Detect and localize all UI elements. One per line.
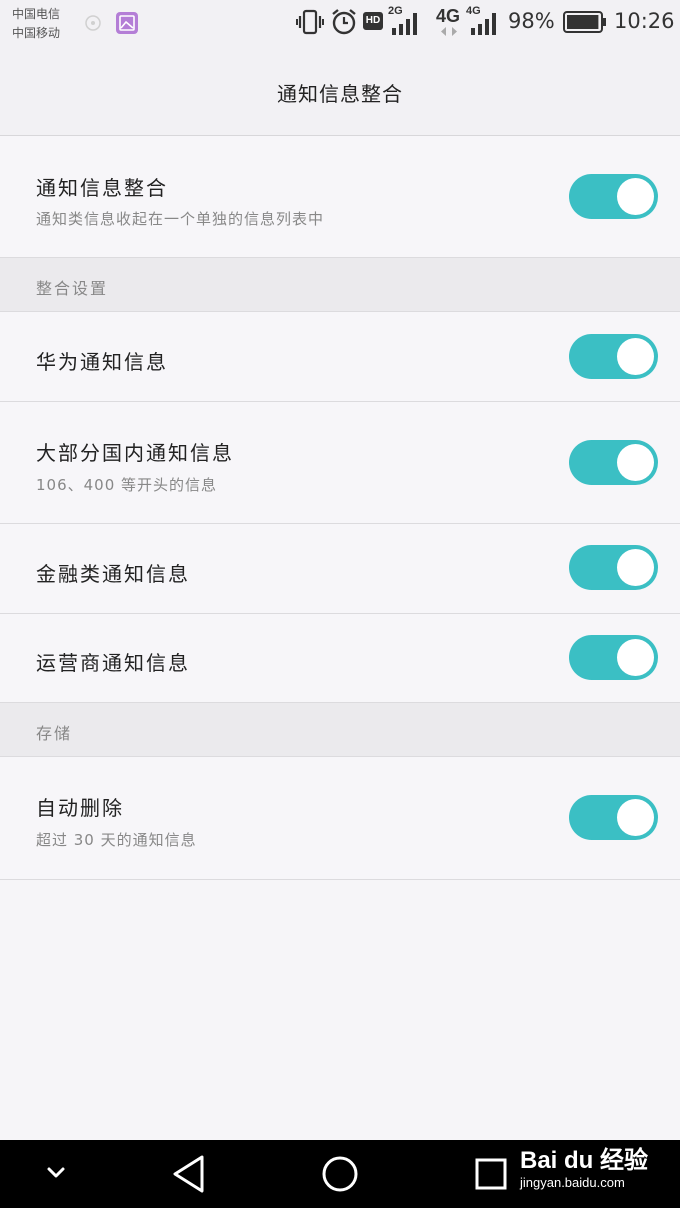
net-4g-label: 4G [436, 6, 461, 26]
row-title: 通知信息整合 [36, 176, 168, 200]
toggle-switch[interactable] [569, 334, 658, 379]
sync-icon [85, 15, 101, 31]
carrier-notice-row[interactable]: 运营商通知信息 [0, 614, 680, 703]
row-subtitle: 106、400 等开头的信息 [36, 476, 218, 494]
toggle-switch[interactable] [569, 795, 658, 840]
toggle-switch[interactable] [569, 174, 658, 219]
chevron-down-icon[interactable] [44, 1164, 68, 1182]
section-header: 整合设置 [0, 258, 680, 312]
carrier-1: 中国电信 [12, 7, 61, 21]
master-toggle-row[interactable]: 通知信息整合 通知类信息收起在一个单独的信息列表中 [0, 136, 680, 258]
toggle-switch[interactable] [569, 545, 658, 590]
clock: 10:26 [614, 9, 675, 33]
huawei-notice-row[interactable]: 华为通知信息 [0, 312, 680, 402]
navigation-bar: Bai du 经验 jingyan.baidu.com [0, 1140, 680, 1208]
gallery-notification-icon [116, 12, 138, 34]
section-label: 存储 [36, 724, 73, 743]
row-title: 运营商通知信息 [36, 651, 190, 675]
section-label: 整合设置 [36, 279, 109, 298]
row-title: 大部分国内通知信息 [36, 441, 234, 465]
domestic-notice-row[interactable]: 大部分国内通知信息 106、400 等开头的信息 [0, 402, 680, 524]
hd-label: HD [365, 15, 381, 26]
baidu-watermark: Bai du 经验 jingyan.baidu.com [520, 1148, 648, 1192]
row-subtitle: 超过 30 天的通知信息 [36, 831, 197, 849]
section-header: 存储 [0, 703, 680, 757]
battery-percent: 98% [508, 9, 555, 33]
data-4g: 4G [436, 6, 464, 38]
toggle-switch[interactable] [569, 440, 658, 485]
recents-square-icon[interactable] [474, 1157, 508, 1191]
toggle-knob [617, 799, 654, 836]
row-title: 自动删除 [36, 796, 124, 820]
data-arrows-icon [441, 27, 457, 36]
page-title: 通知信息整合 [277, 82, 403, 106]
battery-icon [563, 11, 606, 33]
vibrate-icon [296, 9, 324, 35]
toggle-knob [617, 338, 654, 375]
toggle-knob [617, 444, 654, 481]
signal-bars-4g-icon [471, 13, 496, 35]
row-title: 华为通知信息 [36, 350, 168, 374]
toggle-switch[interactable] [569, 635, 658, 680]
signal-2g: 2G [388, 5, 420, 35]
toggle-knob [617, 639, 654, 676]
toggle-knob [617, 178, 654, 215]
finance-notice-row[interactable]: 金融类通知信息 [0, 524, 680, 614]
hd-badge: HD [363, 12, 383, 30]
back-triangle-icon[interactable] [170, 1154, 208, 1194]
home-circle-icon[interactable] [321, 1155, 359, 1193]
signal-bars-icon [392, 13, 417, 35]
watermark-logo-text: Bai du 经验 [520, 1147, 649, 1174]
auto-delete-row[interactable]: 自动删除 超过 30 天的通知信息 [0, 757, 680, 880]
watermark-url: jingyan.baidu.com [520, 1175, 625, 1190]
toggle-knob [617, 549, 654, 586]
carrier-info: 中国电信 中国移动 [12, 5, 60, 43]
signal-4g: 4G [466, 5, 500, 35]
status-bar: 中国电信 中国移动 HD 2G 4G 4G 98% 10:26 [0, 0, 680, 48]
row-subtitle: 通知类信息收起在一个单独的信息列表中 [36, 210, 325, 228]
watermark-logo: Bai du 经验 [520, 1148, 648, 1174]
row-title: 金融类通知信息 [36, 562, 190, 586]
alarm-icon [332, 9, 356, 35]
carrier-2: 中国移动 [12, 26, 61, 40]
title-bar: 通知信息整合 [0, 48, 680, 136]
